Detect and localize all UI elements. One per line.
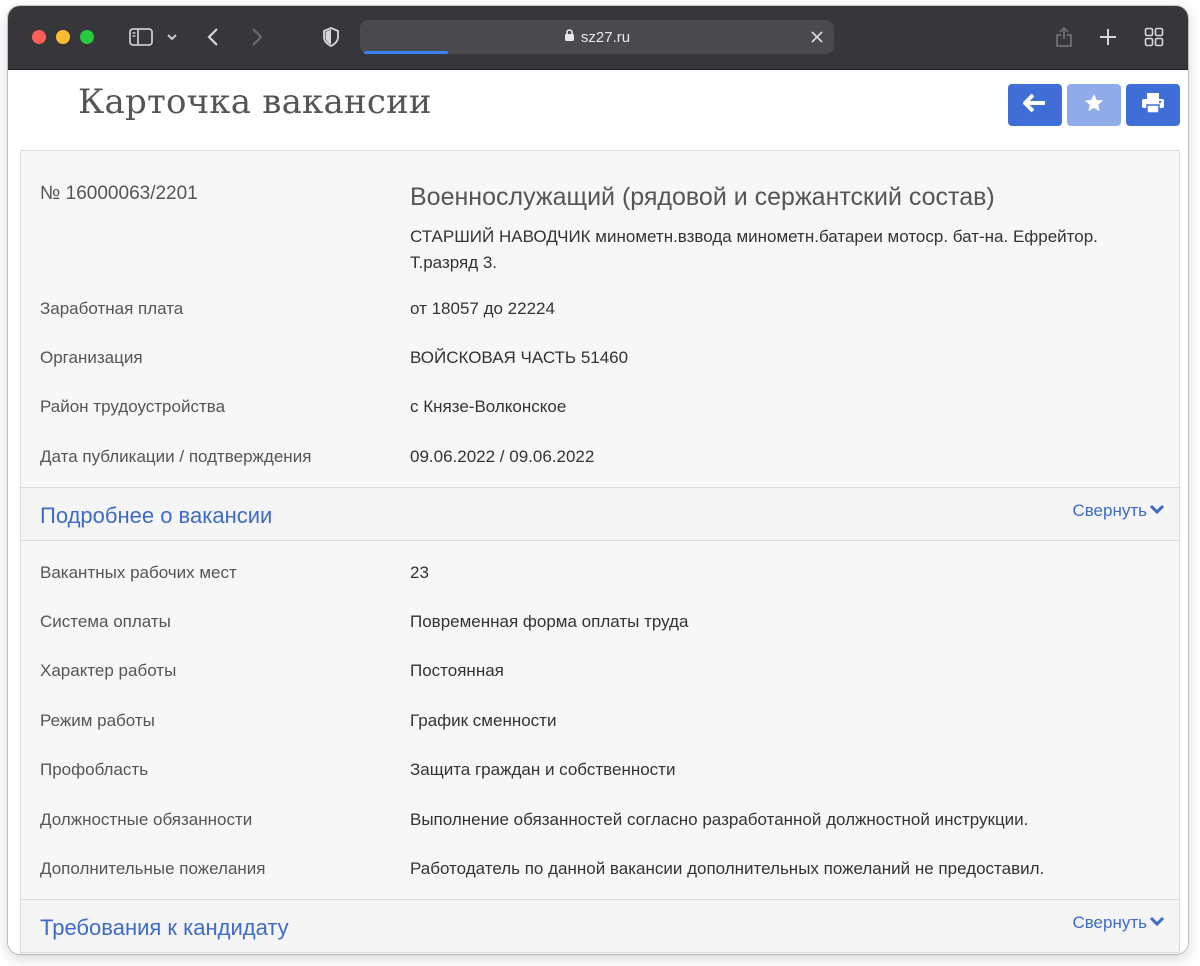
sidebar-icon[interactable] [128, 24, 154, 50]
field-value: Защита граждан и собственности [410, 760, 676, 779]
field-value: График сменности [410, 711, 557, 730]
field-value: ВОЙСКОВАЯ ЧАСТЬ 51460 [410, 348, 629, 367]
field-label: Система оплаты [40, 612, 171, 631]
minimize-window-button[interactable] [56, 30, 70, 44]
field-value: 23 [410, 563, 429, 582]
vacancy-title: Военнослужащий (рядовой и сержантский со… [410, 183, 995, 211]
page-title: Карточка вакансии [78, 82, 432, 122]
back-button[interactable] [1008, 84, 1062, 126]
arrow-left-icon [1023, 93, 1047, 118]
details-section-header: Подробнее о вакансии Свернуть [21, 487, 1179, 541]
star-icon [1083, 92, 1105, 119]
requirements-collapse-toggle[interactable]: Свернуть [1072, 913, 1165, 933]
chevron-down-icon[interactable] [164, 24, 180, 50]
vacancy-number: № 16000063/2201 [40, 183, 198, 204]
field-value: от 18057 до 22224 [410, 299, 555, 318]
field-label: Профобласть [40, 760, 149, 779]
tab-overview-icon[interactable] [1142, 24, 1166, 50]
browser-toolbar: sz27.ru [8, 6, 1188, 70]
share-icon[interactable] [1052, 24, 1076, 50]
url-text: sz27.ru [580, 28, 631, 46]
print-icon [1141, 92, 1165, 119]
field-label: Характер работы [40, 661, 177, 680]
vacancy-description: СТАРШИЙ НАВОДЧИК минометн.взвода миномет… [410, 227, 1098, 272]
page-content: Карточка вакансии № 16000063/2201 Военно… [8, 70, 1188, 954]
field-value: Постоянная [410, 661, 504, 680]
field-label: Дополнительные пожелания [40, 859, 266, 878]
field-label: Дата публикации / подтверждения [40, 447, 312, 466]
requirements-section-header: Требования к кандидату Свернуть [21, 899, 1179, 953]
page-load-progress [364, 51, 448, 54]
back-nav-icon[interactable] [204, 24, 222, 50]
new-tab-icon[interactable] [1096, 24, 1120, 50]
address-bar[interactable]: sz27.ru [360, 20, 834, 54]
field-value: Выполнение обязанностей согласно разрабо… [410, 810, 1029, 829]
field-value: с Князе-Волконское [410, 397, 567, 416]
field-label: Режим работы [40, 711, 155, 730]
close-window-button[interactable] [32, 30, 46, 44]
collapse-label: Свернуть [1072, 501, 1147, 520]
chevron-down-icon [1149, 501, 1165, 521]
field-value: Повременная форма оплаты труда [410, 612, 689, 631]
field-label: Вакантных рабочих мест [40, 563, 237, 582]
field-label: Организация [40, 348, 143, 367]
chevron-down-icon [1149, 913, 1165, 933]
details-section-title: Подробнее о вакансии [40, 503, 273, 528]
field-label: Должностные обязанности [40, 810, 253, 829]
close-icon[interactable] [808, 28, 826, 46]
collapse-label: Свернуть [1072, 913, 1147, 932]
action-buttons [1008, 84, 1180, 126]
details-collapse-toggle[interactable]: Свернуть [1072, 501, 1165, 521]
field-label: Район трудоустройства [40, 397, 226, 416]
shield-icon[interactable] [320, 24, 342, 50]
forward-nav-icon[interactable] [248, 24, 266, 50]
favorite-button[interactable] [1067, 84, 1121, 126]
field-value: 09.06.2022 / 09.06.2022 [410, 447, 595, 466]
field-value: Работодатель по данной вакансии дополнит… [410, 859, 1045, 878]
lock-icon [564, 28, 575, 46]
vacancy-card: № 16000063/2201 Военнослужащий (рядовой … [20, 150, 1180, 954]
requirements-section-title: Требования к кандидату [40, 915, 289, 940]
browser-window: sz27.ru Карточка вакансии № 16000063/220… [8, 6, 1188, 954]
print-button[interactable] [1126, 84, 1180, 126]
zoom-window-button[interactable] [80, 30, 94, 44]
field-label: Заработная плата [40, 299, 184, 318]
